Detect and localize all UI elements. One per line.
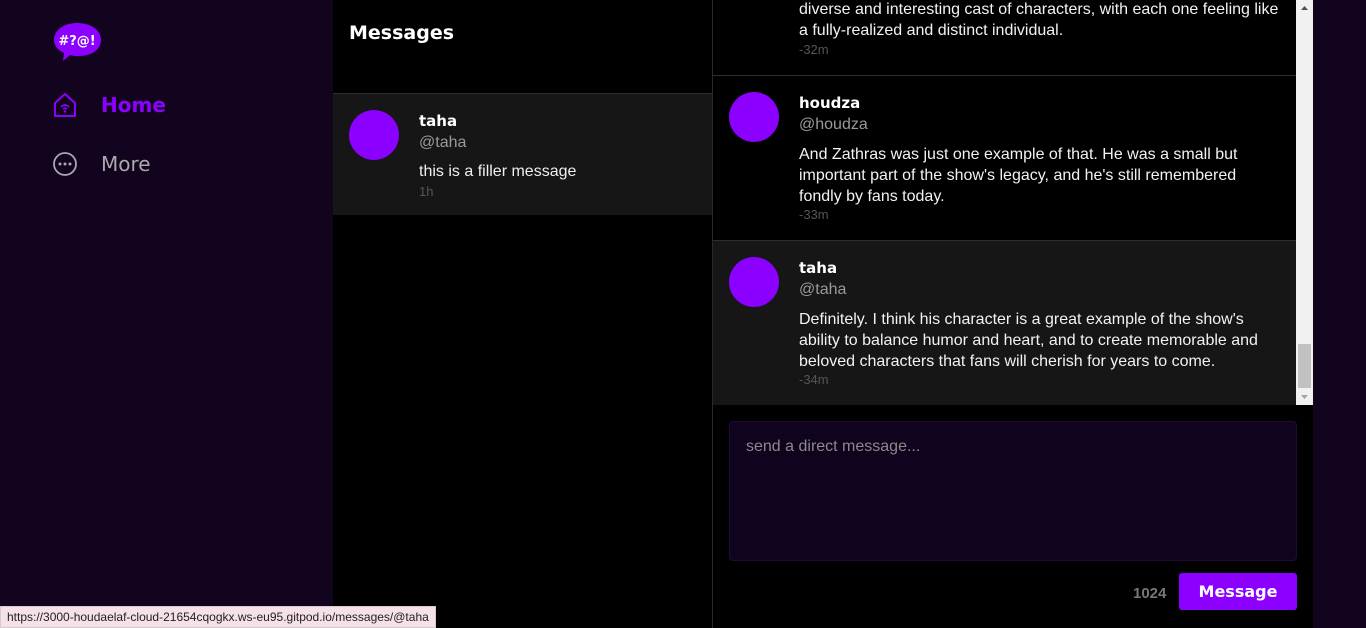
message-item: houdza @houdza And Zathras was just one …: [713, 76, 1296, 240]
avatar[interactable]: [729, 92, 779, 142]
conversation-name: taha: [419, 112, 458, 130]
more-icon: [52, 151, 78, 177]
message-author-handle: @houdza: [799, 116, 868, 133]
message-author-handle: @taha: [799, 281, 847, 298]
scroll-thumb[interactable]: [1298, 344, 1311, 388]
message-thread[interactable]: diverse and interesting cast of characte…: [713, 0, 1296, 405]
conversation-handle: @taha: [419, 134, 467, 151]
avatar: [349, 110, 399, 160]
message-text: Definitely. I think his character is a g…: [799, 311, 1258, 370]
scroll-up-arrow-icon[interactable]: [1296, 0, 1313, 17]
page-title: Messages: [349, 22, 455, 44]
thread-scrollbar[interactable]: [1296, 0, 1313, 405]
message-time: -32m: [799, 42, 829, 57]
logo-text: #?@!: [58, 34, 95, 49]
character-count: 1024: [1133, 585, 1167, 602]
status-bar-url: https://3000-houdaelaf-cloud-21654cqogkx…: [0, 606, 436, 628]
conversation-preview: this is a filler message: [419, 163, 577, 180]
message-author-name[interactable]: taha: [799, 259, 837, 277]
sidebar-item-label: Home: [101, 93, 166, 117]
message-text: And Zathras was just one example of that…: [799, 146, 1238, 205]
avatar[interactable]: [729, 257, 779, 307]
message-time: -33m: [799, 207, 829, 222]
conversation-item[interactable]: taha @taha this is a filler message 1h: [333, 94, 712, 215]
message-item: diverse and interesting cast of characte…: [713, 0, 1296, 75]
sidebar-item-more[interactable]: More: [52, 150, 151, 178]
right-margin: [1313, 0, 1366, 628]
sidebar-item-home[interactable]: Home: [52, 91, 166, 119]
direct-message-input[interactable]: [729, 421, 1297, 561]
home-icon: [52, 92, 78, 118]
message-author-name[interactable]: houdza: [799, 94, 860, 112]
sidebar-item-label: More: [101, 152, 151, 176]
composer-area: 1024 Message: [713, 405, 1313, 628]
message-item: taha @taha Definitely. I think his chara…: [713, 241, 1296, 405]
scroll-down-arrow-icon[interactable]: [1296, 388, 1313, 405]
send-message-button[interactable]: Message: [1179, 573, 1297, 610]
logo[interactable]: #?@!: [53, 22, 102, 62]
conversation-list: Messages taha @taha this is a filler mes…: [333, 0, 713, 628]
conversation-time: 1h: [419, 184, 434, 199]
message-time: -34m: [799, 372, 829, 387]
message-text: diverse and interesting cast of characte…: [799, 1, 1279, 39]
sidebar: #?@! Home More: [0, 0, 333, 628]
